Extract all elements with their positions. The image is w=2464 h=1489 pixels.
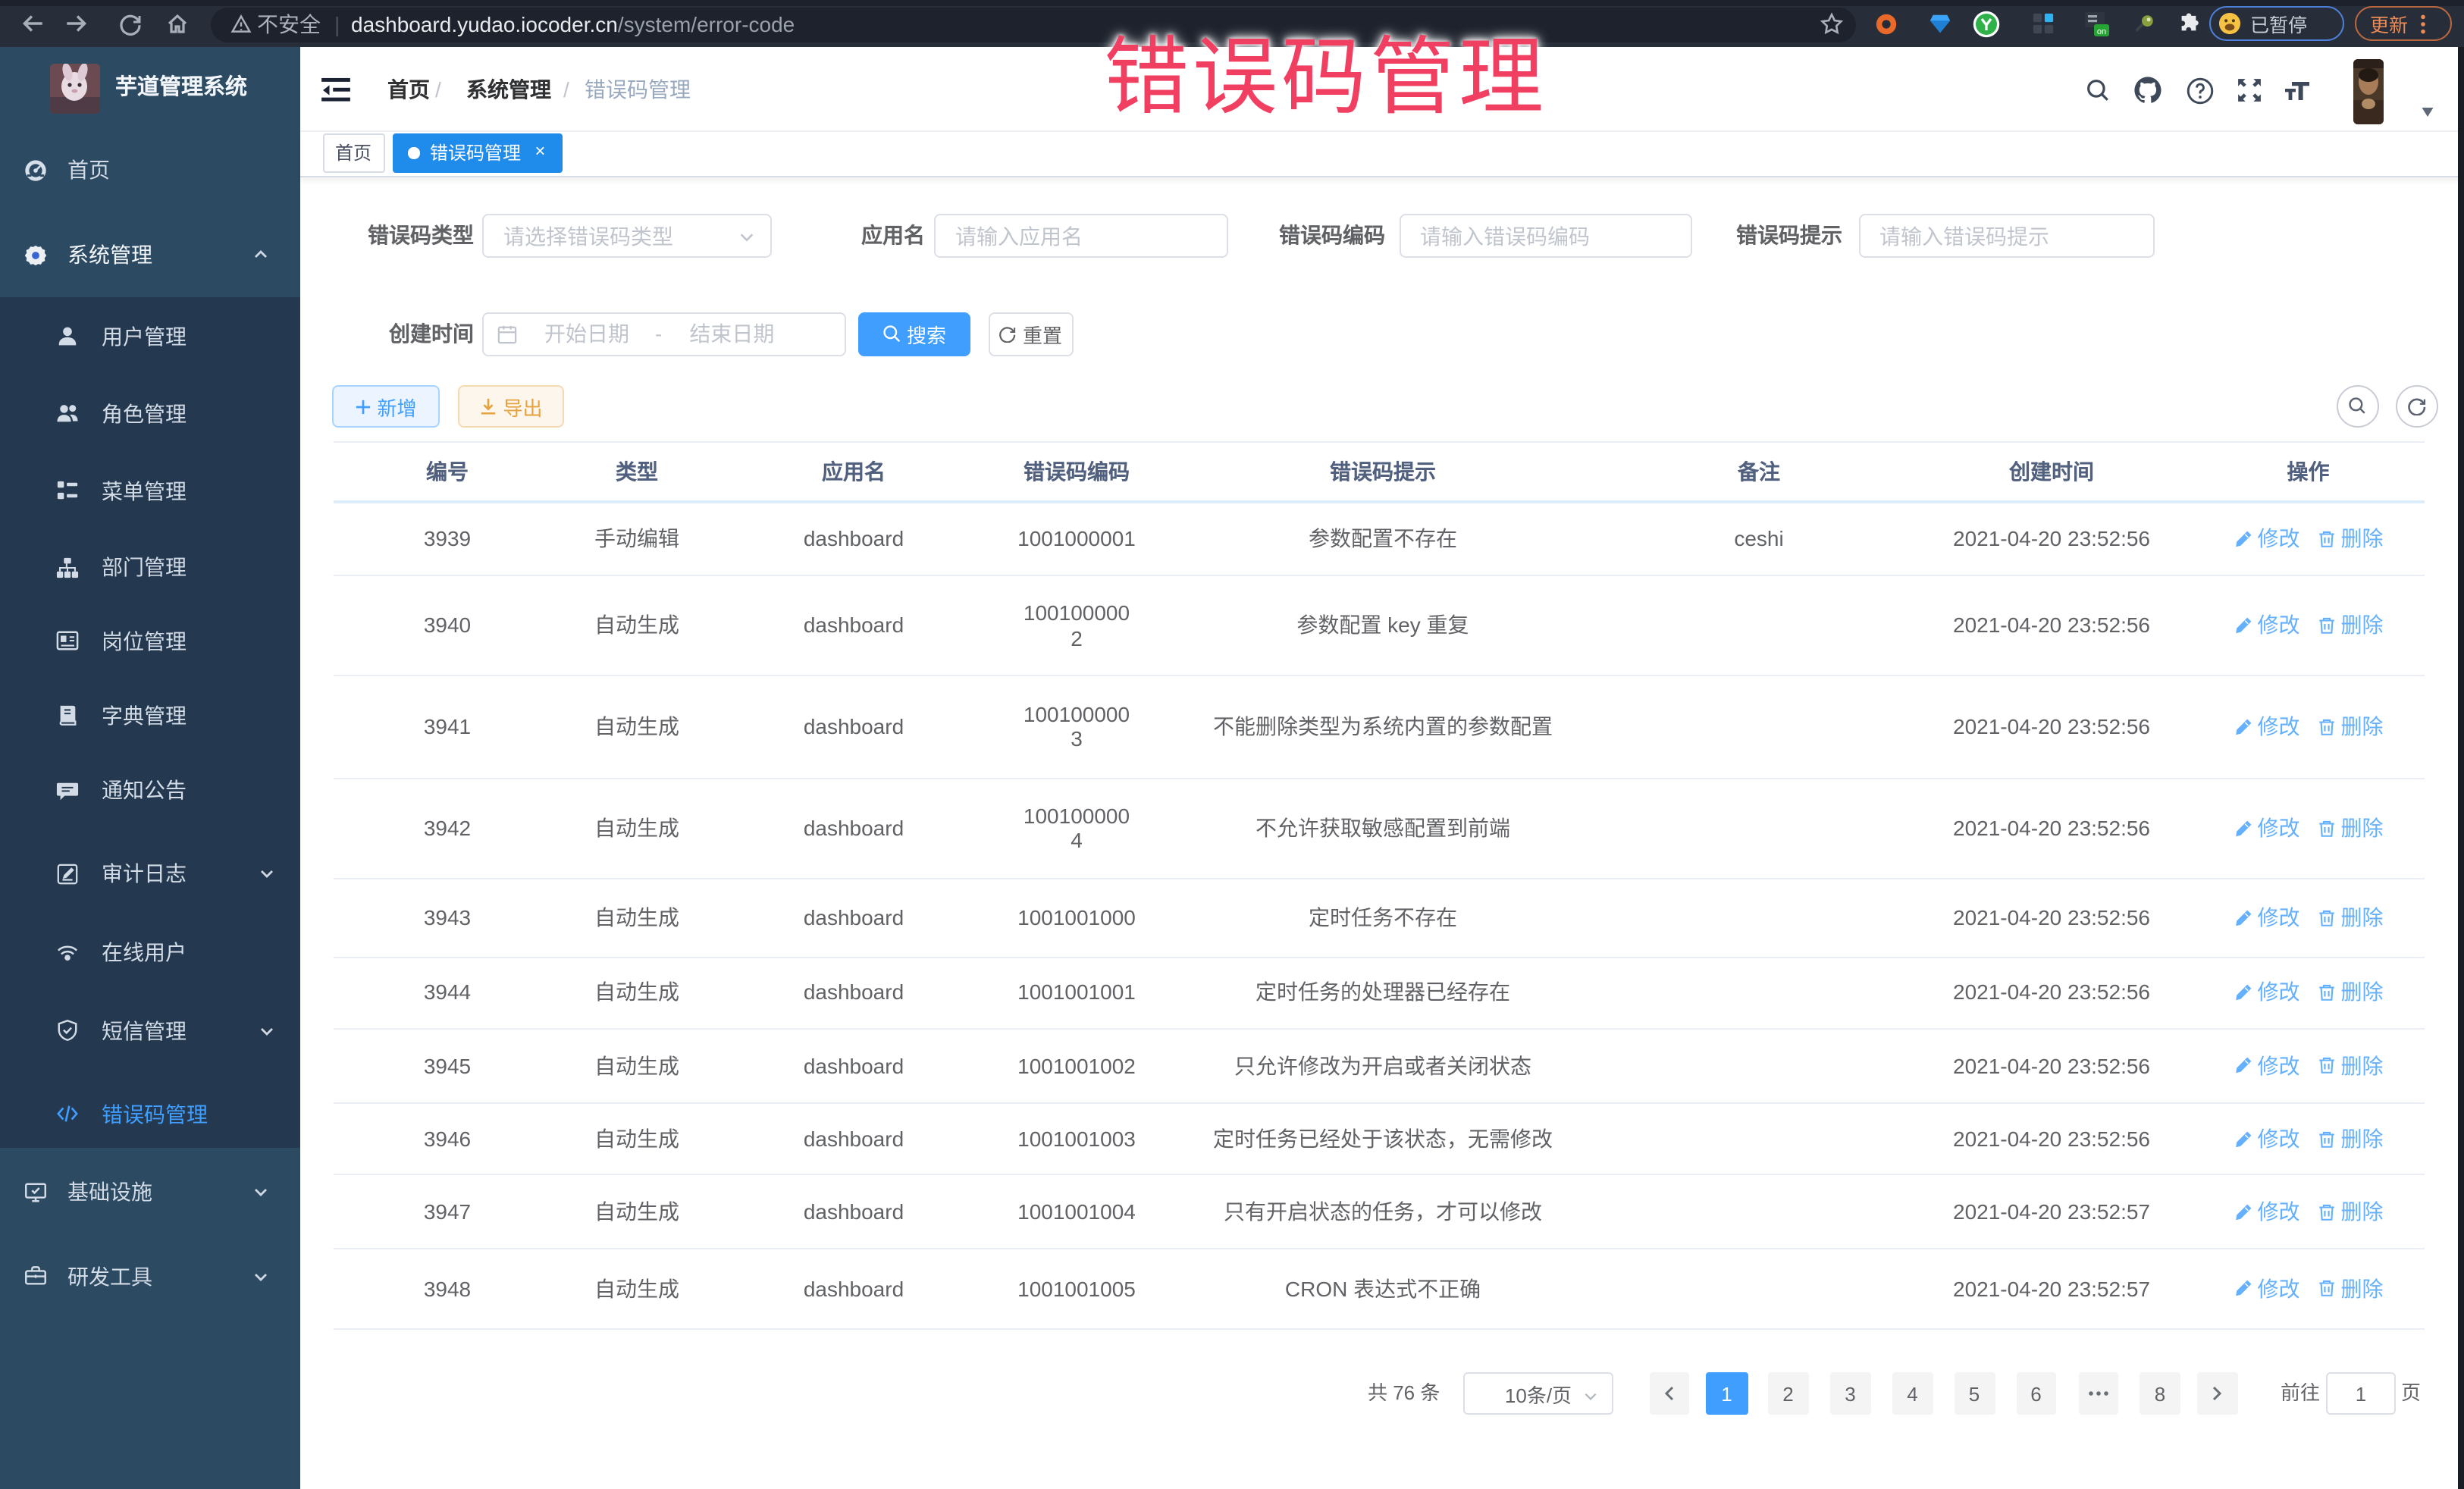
svg-text:on: on <box>2097 27 2106 36</box>
